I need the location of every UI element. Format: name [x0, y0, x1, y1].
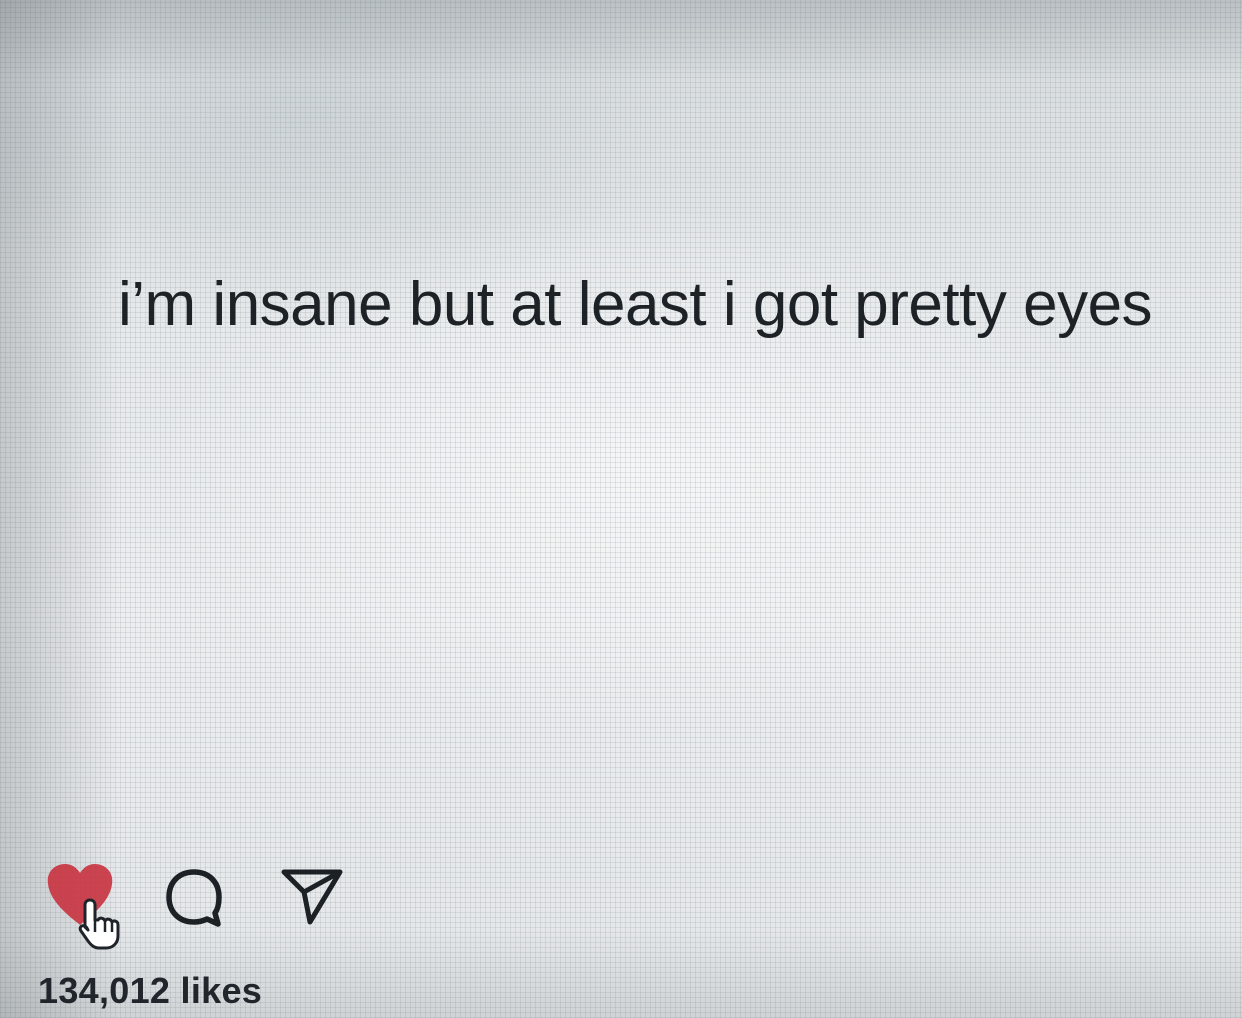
like-count[interactable]: 134,012 likes — [38, 970, 262, 1012]
post-caption: i’m insane but at least i got pretty eye… — [118, 270, 1153, 339]
speech-bubble-icon[interactable] — [162, 866, 226, 930]
paper-plane-icon[interactable] — [280, 866, 344, 926]
hand-pointer-icon — [78, 898, 120, 950]
post-screen: i’m insane but at least i got pretty eye… — [0, 0, 1242, 1018]
